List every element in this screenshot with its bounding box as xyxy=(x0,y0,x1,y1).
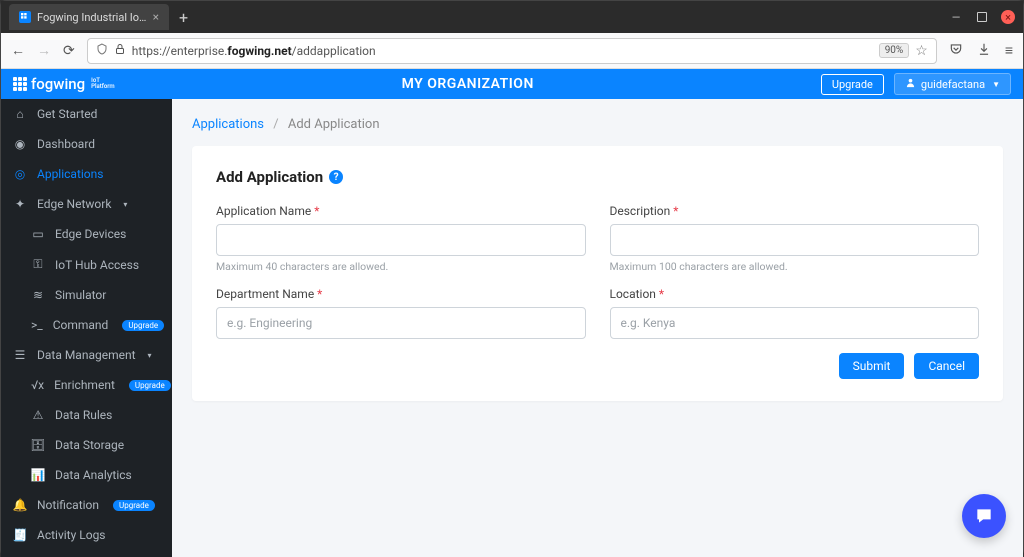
upgrade-badge: Upgrade xyxy=(113,500,155,511)
pocket-icon[interactable] xyxy=(949,42,963,60)
sidebar-item-edge-devices[interactable]: ▭ Edge Devices xyxy=(1,219,172,249)
url-text: https://enterprise.fogwing.net/addapplic… xyxy=(132,44,873,58)
sidebar-item-dashboard[interactable]: ◉ Dashboard xyxy=(1,129,172,159)
tab-favicon xyxy=(19,11,31,23)
logo[interactable]: fogwing IoTPlatform xyxy=(13,75,115,93)
sidebar-item-data-management[interactable]: ☰ Data Management ▾ xyxy=(1,340,172,370)
enrichment-icon: √x xyxy=(31,378,44,392)
window-close-icon[interactable]: × xyxy=(1001,10,1015,24)
device-icon: ▭ xyxy=(31,227,45,241)
page-title: MY ORGANIZATION xyxy=(115,76,821,92)
app-name-input[interactable] xyxy=(216,224,586,256)
downloads-icon[interactable] xyxy=(977,42,991,60)
sidebar-item-command[interactable]: >_ Command Upgrade xyxy=(1,310,172,340)
label-description: Description * xyxy=(610,204,980,218)
sidebar-item-enrichment[interactable]: √x Enrichment Upgrade xyxy=(1,370,172,400)
main-content: Applications / Add Application Add Appli… xyxy=(172,99,1023,557)
window-minimize-icon[interactable]: — xyxy=(949,10,963,24)
breadcrumb: Applications / Add Application xyxy=(192,117,1003,132)
sidebar-item-get-started[interactable]: ⌂ Get Started xyxy=(1,99,172,129)
sidebar-item-data-rules[interactable]: ⚠ Data Rules xyxy=(1,400,172,430)
bell-icon: 🔔 xyxy=(13,498,27,512)
simulator-icon: ≋ xyxy=(31,288,45,302)
sidebar-item-activity-logs[interactable]: 🧾 Activity Logs xyxy=(1,520,172,550)
bookmark-star-icon[interactable]: ☆ xyxy=(915,43,928,59)
key-icon: ⚿ xyxy=(31,257,45,272)
menu-icon[interactable]: ≡ xyxy=(1005,42,1013,59)
nav-forward-icon[interactable]: → xyxy=(37,42,51,59)
breadcrumb-applications[interactable]: Applications xyxy=(192,117,264,132)
help-icon[interactable]: ? xyxy=(329,170,343,184)
label-app-name: Application Name * xyxy=(216,204,586,218)
home-icon: ⌂ xyxy=(13,107,27,121)
user-menu[interactable]: guidefactana ▼ xyxy=(894,73,1011,95)
database-icon: ☰ xyxy=(13,348,27,362)
department-input[interactable] xyxy=(216,307,586,339)
upgrade-badge: Upgrade xyxy=(122,320,164,331)
form-card: Add Application ? Application Name * Max… xyxy=(192,146,1003,401)
hint-description: Maximum 100 characters are allowed. xyxy=(610,260,980,273)
chevron-down-icon: ▾ xyxy=(123,200,127,209)
shield-icon xyxy=(96,43,108,58)
upgrade-button[interactable]: Upgrade xyxy=(821,74,884,95)
sidebar-item-iot-hub[interactable]: ⚿ IoT Hub Access xyxy=(1,249,172,280)
dashboard-icon: ◉ xyxy=(13,137,27,151)
apps-icon: ◎ xyxy=(13,167,27,181)
chat-fab[interactable] xyxy=(962,494,1006,538)
breadcrumb-separator: / xyxy=(273,117,278,132)
zoom-badge[interactable]: 90% xyxy=(879,43,910,58)
cancel-button[interactable]: Cancel xyxy=(914,353,979,379)
card-title: Add Application ? xyxy=(216,168,979,186)
app-header: fogwing IoTPlatform MY ORGANIZATION Upgr… xyxy=(1,69,1023,99)
sidebar-item-edge-network[interactable]: ✦ Edge Network ▾ xyxy=(1,189,172,219)
description-input[interactable] xyxy=(610,224,980,256)
url-toolbar: ← → ⟳ https://enterprise.fogwing.net/add… xyxy=(1,33,1023,69)
upgrade-badge: Upgrade xyxy=(129,380,171,391)
hint-app-name: Maximum 40 characters are allowed. xyxy=(216,260,586,273)
nav-reload-icon[interactable]: ⟳ xyxy=(63,43,75,59)
logo-text: fogwing xyxy=(31,75,85,93)
analytics-icon: 📊 xyxy=(31,468,45,482)
url-field[interactable]: https://enterprise.fogwing.net/addapplic… xyxy=(87,38,937,64)
label-department: Department Name * xyxy=(216,287,586,301)
sidebar-item-notification[interactable]: 🔔 Notification Upgrade xyxy=(1,490,172,520)
window-titlebar: Fogwing Industrial IoT Pl × + — × xyxy=(1,1,1023,33)
user-name: guidefactana xyxy=(921,78,985,91)
sidebar: ⌂ Get Started ◉ Dashboard ◎ Applications… xyxy=(1,99,172,557)
rules-icon: ⚠ xyxy=(31,408,45,422)
chevron-down-icon: ▾ xyxy=(148,351,152,360)
lock-icon xyxy=(114,43,126,58)
tab-close-icon[interactable]: × xyxy=(153,10,159,24)
logo-icon xyxy=(13,77,27,91)
user-icon xyxy=(905,77,916,91)
breadcrumb-current: Add Application xyxy=(288,117,380,132)
new-tab-button[interactable]: + xyxy=(179,8,188,27)
storage-icon: 🗄 xyxy=(31,438,45,452)
sidebar-item-data-analytics[interactable]: 📊 Data Analytics xyxy=(1,460,172,490)
sidebar-item-data-storage[interactable]: 🗄 Data Storage xyxy=(1,430,172,460)
sidebar-item-applications[interactable]: ◎ Applications xyxy=(1,159,172,189)
browser-tab[interactable]: Fogwing Industrial IoT Pl × xyxy=(9,4,169,30)
logo-subtitle: IoTPlatform xyxy=(91,78,114,90)
submit-button[interactable]: Submit xyxy=(839,353,905,379)
window-controls: — × xyxy=(949,10,1015,24)
window-maximize-icon[interactable] xyxy=(977,12,987,22)
terminal-icon: >_ xyxy=(31,318,43,332)
nav-back-icon[interactable]: ← xyxy=(11,42,25,59)
label-location: Location * xyxy=(610,287,980,301)
chevron-down-icon: ▼ xyxy=(992,80,1000,89)
location-input[interactable] xyxy=(610,307,980,339)
tab-title: Fogwing Industrial IoT Pl xyxy=(37,11,147,24)
network-icon: ✦ xyxy=(13,197,27,211)
sidebar-item-simulator[interactable]: ≋ Simulator xyxy=(1,280,172,310)
logs-icon: 🧾 xyxy=(13,528,27,542)
